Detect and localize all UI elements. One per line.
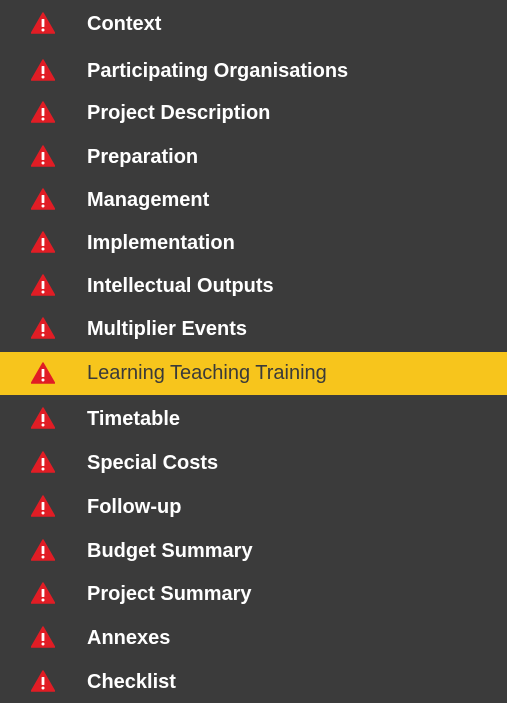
nav-item-implementation[interactable]: Implementation — [0, 223, 507, 263]
nav-item-preparation[interactable]: Preparation — [0, 137, 507, 177]
warning-icon — [31, 101, 55, 123]
nav-item-follow-up[interactable]: Follow-up — [0, 487, 507, 527]
nav-item-label: Preparation — [87, 146, 199, 168]
nav-item-annexes[interactable]: Annexes — [0, 618, 507, 658]
nav-item-label: Learning Teaching Training — [87, 362, 327, 384]
nav-item-participating-organisations[interactable]: Participating Organisations — [0, 51, 507, 91]
nav-item-multiplier-events[interactable]: Multiplier Events — [0, 309, 507, 349]
warning-icon — [31, 626, 55, 648]
nav-item-label: Implementation — [87, 232, 235, 254]
warning-icon — [31, 362, 55, 384]
nav-item-management[interactable]: Management — [0, 180, 507, 220]
nav-item-label: Follow-up — [87, 496, 182, 518]
nav-item-label: Multiplier Events — [87, 318, 248, 340]
warning-icon — [31, 317, 55, 339]
warning-icon — [31, 495, 55, 517]
warning-icon — [31, 539, 55, 561]
warning-icon — [31, 59, 55, 81]
nav-item-label: Timetable — [87, 408, 180, 430]
nav-item-project-summary[interactable]: Project Summary — [0, 574, 507, 614]
side-navigation: Context Participating Organisations Proj… — [0, 0, 507, 698]
warning-icon — [31, 188, 55, 210]
nav-item-label: Special Costs — [87, 452, 219, 474]
warning-icon — [31, 145, 55, 167]
nav-item-checklist[interactable]: Checklist — [0, 661, 507, 698]
warning-icon — [31, 231, 55, 253]
nav-item-intellectual-outputs[interactable]: Intellectual Outputs — [0, 266, 507, 306]
nav-item-project-description[interactable]: Project Description — [0, 93, 507, 133]
nav-item-label: Project Summary — [87, 583, 252, 605]
warning-icon — [31, 274, 55, 296]
warning-icon — [31, 670, 55, 692]
nav-item-special-costs[interactable]: Special Costs — [0, 443, 507, 483]
nav-item-label: Management — [87, 189, 210, 211]
nav-item-timetable[interactable]: Timetable — [0, 399, 507, 439]
warning-icon — [31, 582, 55, 604]
nav-item-label: Budget Summary — [87, 540, 253, 562]
nav-item-label: Annexes — [87, 627, 171, 649]
nav-item-label: Participating Organisations — [87, 60, 349, 82]
nav-item-label: Context — [87, 13, 162, 35]
nav-item-context[interactable]: Context — [0, 4, 507, 44]
warning-icon — [31, 451, 55, 473]
nav-item-budget-summary[interactable]: Budget Summary — [0, 531, 507, 571]
warning-icon — [31, 407, 55, 429]
nav-item-label: Checklist — [87, 671, 176, 693]
nav-item-label: Intellectual Outputs — [87, 275, 274, 297]
warning-icon — [31, 12, 55, 34]
nav-item-learning-teaching-training[interactable]: Learning Teaching Training — [0, 352, 507, 395]
nav-item-label: Project Description — [87, 102, 271, 124]
